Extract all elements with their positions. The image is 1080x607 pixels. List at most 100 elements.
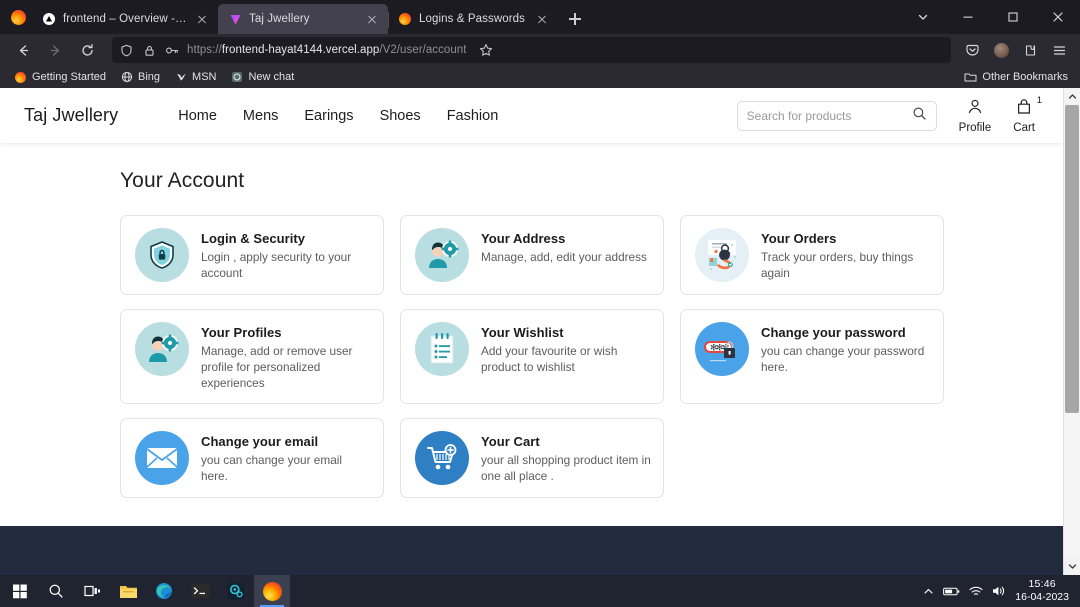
shield-icon[interactable] xyxy=(118,42,134,58)
user-gear-icon xyxy=(415,228,469,282)
site-footer: Contact info INFORMATION FOLLOW US NEWSL… xyxy=(0,526,1063,575)
new-tab-button[interactable] xyxy=(560,4,590,34)
extensions-icon[interactable] xyxy=(1017,37,1043,63)
scrollbar-thumb[interactable] xyxy=(1064,105,1079,414)
card-your-orders[interactable]: Your Orders Track your orders, buy thing… xyxy=(680,215,944,295)
site-brand[interactable]: Taj Jwellery xyxy=(24,105,118,126)
search-input[interactable] xyxy=(746,108,906,123)
terminal[interactable] xyxy=(182,575,218,607)
clock[interactable]: 15:46 16-04-2023 xyxy=(1015,578,1069,604)
volume-icon[interactable] xyxy=(992,585,1006,597)
key-icon[interactable] xyxy=(164,42,180,58)
user-icon xyxy=(966,98,984,121)
url-text: https://frontend-hayat4144.vercel.app/V2… xyxy=(187,44,466,56)
card-change-email[interactable]: Change your email you can change your em… xyxy=(120,418,384,499)
card-body: Your Orders Track your orders, buy thing… xyxy=(761,228,931,281)
forward-button[interactable] xyxy=(40,37,70,63)
bookmark-bing[interactable]: Bing xyxy=(114,69,166,86)
close-icon[interactable] xyxy=(364,11,380,27)
system-tray: 15:46 16-04-2023 xyxy=(923,578,1078,604)
microsoft-edge[interactable] xyxy=(146,575,182,607)
firefox-window: frontend – Overview - Vercel Taj Jweller… xyxy=(0,0,1080,607)
bookmark-label: Bing xyxy=(138,71,161,83)
bookmark-star-icon[interactable] xyxy=(473,37,499,63)
battery-icon[interactable] xyxy=(943,586,960,597)
tab-vercel[interactable]: frontend – Overview - Vercel xyxy=(32,4,218,34)
close-icon[interactable] xyxy=(194,11,210,27)
orders-search-icon xyxy=(695,228,749,282)
toolbar-icons xyxy=(959,37,1072,63)
cart-button[interactable]: 1 Cart xyxy=(1013,95,1042,134)
file-explorer[interactable] xyxy=(110,575,146,607)
cart-plus-icon xyxy=(415,431,469,486)
close-icon[interactable] xyxy=(1035,0,1080,34)
card-change-password[interactable]: ✻ ✻ ✻ Change your passwo xyxy=(680,309,944,405)
scrollbar-track[interactable] xyxy=(1063,105,1080,558)
checklist-icon xyxy=(415,322,469,376)
card-description: Add your favourite or wish product to wi… xyxy=(481,344,618,375)
card-your-address[interactable]: Your Address Manage, add, edit your addr… xyxy=(400,215,664,295)
bookmark-new-chat[interactable]: New chat xyxy=(224,69,300,86)
chat-icon xyxy=(230,71,243,84)
nav-item-fashion[interactable]: Fashion xyxy=(447,108,499,124)
firefox-app-icon xyxy=(4,0,32,34)
task-view-button[interactable] xyxy=(74,575,110,607)
bookmark-label: New chat xyxy=(248,71,295,83)
nav-item-shoes[interactable]: Shoes xyxy=(380,108,421,124)
account-cards-grid: Login & Security Login , apply security … xyxy=(120,215,1063,499)
card-title: Your Orders xyxy=(761,231,837,246)
search-icon[interactable] xyxy=(912,106,927,126)
firefox[interactable] xyxy=(254,575,290,607)
page-scrollbar[interactable] xyxy=(1063,88,1080,575)
scroll-up-icon[interactable] xyxy=(1064,88,1080,105)
maximize-icon[interactable] xyxy=(990,0,1035,34)
url-scheme: https:// xyxy=(187,44,222,56)
navigation-toolbar: https://frontend-hayat4144.vercel.app/V2… xyxy=(0,34,1080,66)
chevron-down-icon[interactable] xyxy=(900,0,945,34)
window-controls xyxy=(900,0,1080,34)
clock-date: 16-04-2023 xyxy=(1015,591,1069,603)
nav-item-mens[interactable]: Mens xyxy=(243,108,278,124)
card-title: Your Address xyxy=(481,231,566,246)
close-icon[interactable] xyxy=(534,11,550,27)
hamburger-menu-icon[interactable] xyxy=(1046,37,1072,63)
card-your-profiles[interactable]: Your Profiles Manage, add or remove user… xyxy=(120,309,384,405)
minimize-icon[interactable] xyxy=(945,0,990,34)
card-your-cart[interactable]: Your Cart your all shopping product item… xyxy=(400,418,664,499)
nav-item-home[interactable]: Home xyxy=(178,108,217,124)
lock-icon[interactable] xyxy=(141,42,157,58)
back-button[interactable] xyxy=(8,37,38,63)
card-login-security[interactable]: Login & Security Login , apply security … xyxy=(120,215,384,295)
bookmark-label: MSN xyxy=(192,71,217,83)
globe-icon xyxy=(120,71,133,84)
search-button[interactable] xyxy=(38,575,74,607)
scroll-down-icon[interactable] xyxy=(1064,558,1080,575)
page-viewport: Taj Jwellery Home Mens Earings Shoes Fas… xyxy=(0,88,1080,575)
settings-app[interactable] xyxy=(218,575,254,607)
card-description: you can change your email here. xyxy=(201,453,342,484)
bookmark-getting-started[interactable]: Getting Started xyxy=(8,69,112,86)
card-your-wishlist[interactable]: Your Wishlist Add your favourite or wish… xyxy=(400,309,664,405)
tab-taj-jwellery[interactable]: Taj Jwellery xyxy=(218,4,388,34)
bookmark-msn[interactable]: MSN xyxy=(168,69,222,86)
url-domain: frontend-hayat4144.vercel.app xyxy=(221,44,380,56)
page-title: Your Account xyxy=(120,169,245,192)
search-box[interactable] xyxy=(736,100,937,131)
reload-button[interactable] xyxy=(72,37,102,63)
card-body: Your Address Manage, add, edit your addr… xyxy=(481,228,647,265)
msn-icon xyxy=(174,71,187,84)
tab-logins-passwords[interactable]: Logins & Passwords xyxy=(388,4,558,34)
firefox-icon xyxy=(14,71,27,84)
show-hidden-icons[interactable] xyxy=(923,586,934,597)
pocket-icon[interactable] xyxy=(959,37,985,63)
nav-item-earings[interactable]: Earings xyxy=(304,108,353,124)
profile-button[interactable]: Profile xyxy=(959,98,991,134)
wifi-icon[interactable] xyxy=(969,586,983,597)
other-bookmarks-label: Other Bookmarks xyxy=(982,71,1068,83)
other-bookmarks[interactable]: Other Bookmarks xyxy=(964,71,1072,84)
start-button[interactable] xyxy=(2,575,38,607)
account-avatar[interactable] xyxy=(988,37,1014,63)
card-description: Track your orders, buy things again xyxy=(761,250,914,281)
clock-time: 15:46 xyxy=(1028,578,1056,591)
address-bar[interactable]: https://frontend-hayat4144.vercel.app/V2… xyxy=(112,37,951,63)
